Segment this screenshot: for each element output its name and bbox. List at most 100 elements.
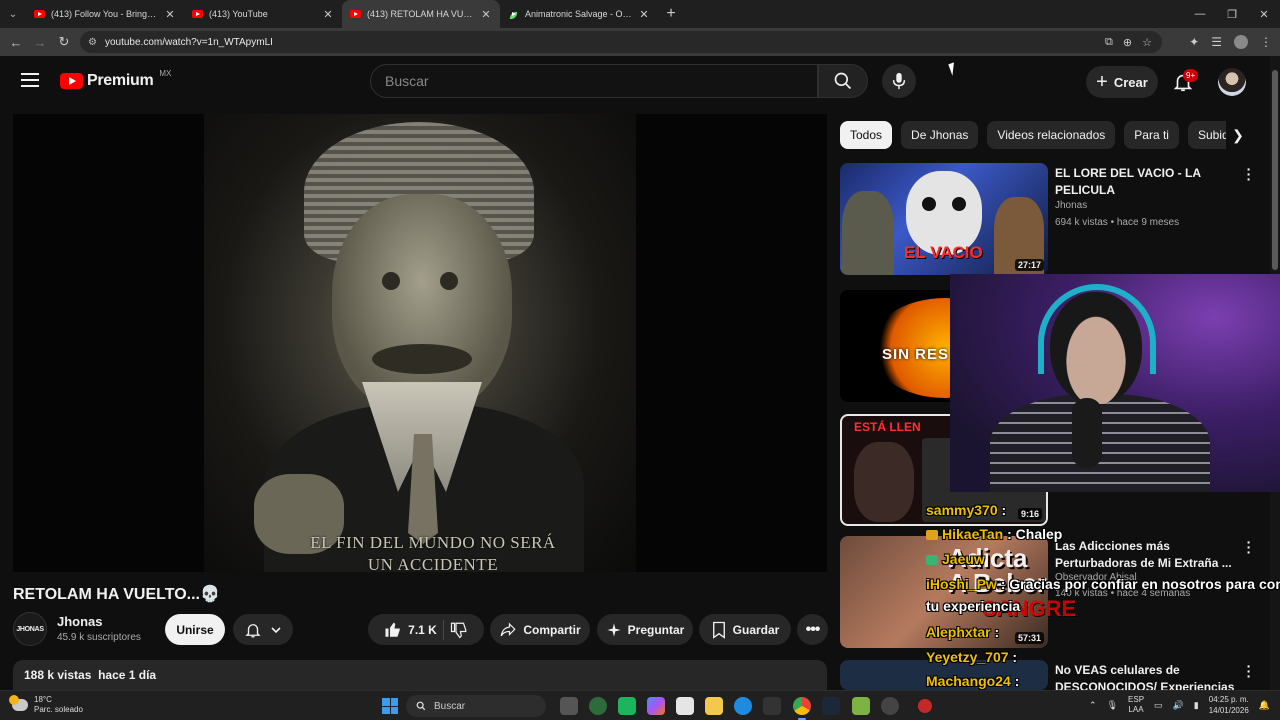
volume-icon[interactable]: 🔊 [1173, 700, 1184, 711]
game-app-icon[interactable] [618, 697, 636, 715]
bookmark-icon [712, 621, 725, 639]
subtitle-line-1: EL FIN DEL MUNDO NO SERÁ [310, 533, 556, 552]
weather-widget[interactable]: 18°C Parc. soleado [9, 695, 83, 715]
terminal-icon[interactable] [763, 697, 781, 715]
video-thumbnail[interactable]: 57:31 [840, 536, 1048, 648]
chip-de-jhonas[interactable]: De Jhonas [901, 121, 979, 149]
kebab-menu-icon[interactable]: · · · [1246, 535, 1252, 559]
kebab-menu-icon[interactable]: · · · [1246, 162, 1252, 186]
rec-channel[interactable]: Observador Abisal [1055, 572, 1137, 583]
store-icon[interactable] [676, 697, 694, 715]
like-button[interactable]: 7.1 K [384, 621, 437, 639]
scrollbar-thumb[interactable] [1272, 70, 1278, 270]
menu-hamburger-icon[interactable] [21, 73, 39, 87]
browser-tab-1[interactable]: (413) Follow You - Bring Me Th ✕ [26, 0, 184, 28]
address-bar[interactable]: ⚙ youtube.com/watch?v=1n_WTApymLI ⧉ ⊕ ☆ [80, 31, 1162, 53]
save-button[interactable]: Guardar [699, 614, 791, 645]
xbox-icon[interactable] [589, 697, 607, 715]
reload-icon[interactable]: ↻ [52, 34, 76, 50]
taskbar-search[interactable]: Buscar [406, 695, 546, 717]
tab-close-icon[interactable]: ✕ [164, 8, 176, 21]
close-window-icon[interactable]: ✕ [1248, 0, 1280, 28]
kebab-menu-icon[interactable]: · · · [1246, 660, 1252, 683]
video-player[interactable]: EL FIN DEL MUNDO NO SERÁ UN ACCIDENTE [13, 114, 827, 572]
thumbs-down-icon[interactable] [450, 621, 468, 639]
new-tab-button[interactable]: + [658, 5, 684, 23]
tab-close-icon[interactable]: ✕ [638, 8, 650, 21]
browser-tab-2[interactable]: (413) YouTube ✕ [184, 0, 342, 28]
install-app-icon[interactable]: ⧉ [1105, 36, 1113, 49]
recommendation-item[interactable]: 57:31 Las Adicciones más Perturbadoras d… [840, 535, 1260, 648]
recommendation-item[interactable]: No VEAS celulares de DESCONOCIDOS/ Exper… [840, 660, 1260, 690]
rec-title[interactable]: Las Adicciones más Perturbadoras de Mi E… [1055, 538, 1235, 572]
youtube-premium-logo[interactable]: Premium MX [60, 69, 171, 90]
tab-close-icon[interactable]: ✕ [322, 8, 334, 21]
create-button[interactable]: + Crear [1086, 66, 1158, 98]
browser-tab-4[interactable]: Animatronic Salvage - Original ✕ [500, 0, 658, 28]
temperature: 18°C [34, 695, 52, 704]
thumbs-up-icon [385, 622, 400, 637]
video-thumbnail[interactable]: EL VACIO 27:17 [840, 163, 1048, 275]
recommendation-item[interactable]: EL VACIO 27:17 EL LORE DEL VACIO - LA PE… [840, 162, 1260, 275]
puppet-mouth [372, 344, 472, 374]
subscription-bell-button[interactable] [233, 614, 293, 645]
chrome-icon[interactable] [793, 697, 811, 720]
headset [1038, 284, 1156, 374]
chip-videos-relacionados[interactable]: Videos relacionados [987, 121, 1116, 149]
ask-button[interactable]: Preguntar [597, 614, 693, 645]
join-button[interactable]: Unirse [165, 614, 225, 645]
copilot-icon[interactable] [647, 697, 665, 715]
reading-list-icon[interactable]: ☰ [1211, 35, 1222, 49]
like-count: 7.1 K [408, 622, 437, 637]
channel-avatar[interactable]: JHONAS [13, 612, 47, 646]
tray-chevron-icon[interactable]: ⌃ [1089, 700, 1097, 711]
task-view-icon[interactable] [560, 697, 578, 715]
taskbar-clock[interactable]: 04:25 p. m. 14/01/2026 [1209, 694, 1249, 716]
thumb-figure [842, 191, 894, 275]
rec-meta: 694 k vistas • hace 9 meses [1055, 217, 1180, 228]
obs-icon[interactable] [881, 697, 899, 715]
zoom-icon[interactable]: ⊕ [1123, 36, 1132, 49]
minimize-icon[interactable]: — [1184, 0, 1216, 28]
voice-search-button[interactable] [882, 64, 916, 98]
profile-icon[interactable] [1234, 35, 1248, 49]
rec-title[interactable]: No VEAS celulares de DESCONOCIDOS/ Exper… [1055, 662, 1235, 690]
tray-mic-icon[interactable]: 🎙 [1107, 700, 1118, 711]
minecraft-icon[interactable] [852, 697, 870, 715]
back-arrow-icon[interactable]: ← [4, 35, 28, 50]
more-actions-button[interactable]: ••• [797, 614, 828, 645]
file-explorer-icon[interactable] [705, 697, 723, 715]
chip-para-ti[interactable]: Para ti [1124, 121, 1179, 149]
notification-center-icon[interactable]: 🔔 [1259, 700, 1270, 711]
channel-name[interactable]: Jhonas [57, 614, 103, 629]
bookmark-star-icon[interactable]: ☆ [1142, 36, 1152, 49]
tab-close-icon[interactable]: ✕ [480, 8, 492, 21]
input-language[interactable]: ESP LAA [1128, 695, 1144, 715]
record-icon[interactable] [918, 699, 932, 713]
windows-start-icon[interactable] [382, 698, 398, 714]
video-thumbnail[interactable] [840, 660, 1048, 690]
share-button[interactable]: Compartir [490, 614, 590, 645]
url-text: youtube.com/watch?v=1n_WTApymLI [104, 36, 273, 48]
browser-menu-icon[interactable]: ⋮ [1260, 35, 1272, 49]
network-icon[interactable]: ▭ [1154, 700, 1163, 711]
forward-arrow-icon[interactable]: → [28, 35, 52, 50]
edge-icon[interactable] [734, 697, 752, 715]
ask-label: Preguntar [627, 622, 685, 637]
video-title: RETOLAM HA VUELTO...💀 [13, 586, 220, 603]
rec-title[interactable]: EL LORE DEL VACIO - LA PELICULA [1055, 165, 1235, 199]
chevron-right-icon[interactable]: ❯ [1226, 121, 1250, 149]
chip-todos[interactable]: Todos [840, 121, 893, 149]
search-input[interactable]: Buscar [370, 64, 818, 98]
steam-icon[interactable] [822, 697, 840, 715]
extensions-puzzle-icon[interactable]: ✦ [1189, 35, 1199, 49]
site-info-icon[interactable]: ⚙ [88, 37, 97, 48]
account-avatar[interactable] [1218, 68, 1246, 96]
puppet-face [332, 194, 512, 414]
browser-tab-3-active[interactable]: (413) RETOLAM HA VUELTO...💀 ✕ [342, 0, 500, 28]
restore-icon[interactable]: ❐ [1216, 0, 1248, 28]
search-button[interactable] [818, 64, 868, 98]
rec-channel[interactable]: Jhonas [1055, 200, 1087, 211]
tab-search-chevron-icon[interactable]: ⌄ [0, 0, 26, 28]
battery-icon[interactable]: ▮ [1194, 700, 1199, 711]
